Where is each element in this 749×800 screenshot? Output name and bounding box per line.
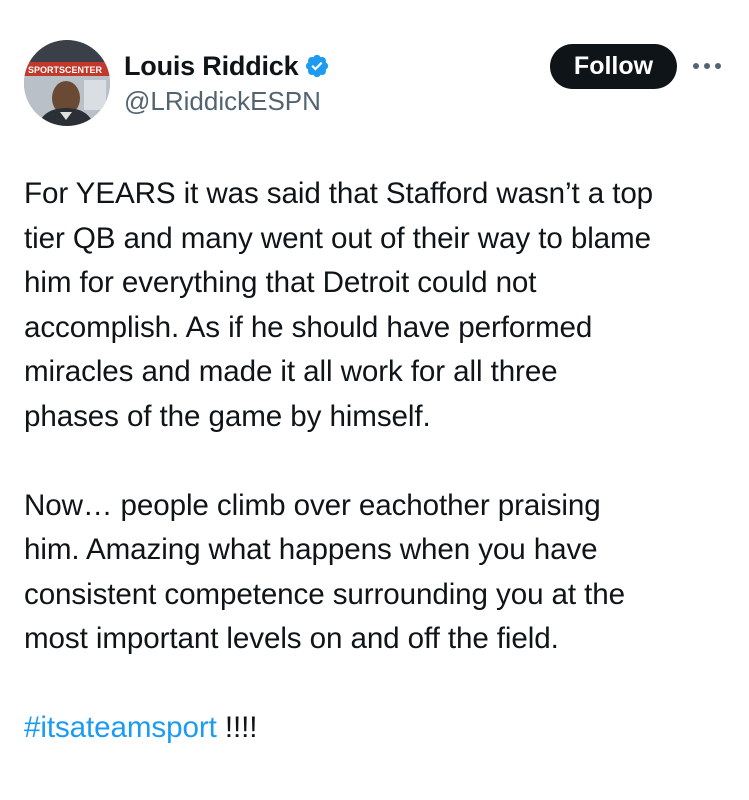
author-name-row: Louis Riddick — [124, 48, 330, 84]
follow-button[interactable]: Follow — [550, 44, 677, 89]
display-name[interactable]: Louis Riddick — [124, 51, 299, 82]
tweet-line: miracles and made it all work for all th… — [24, 355, 558, 388]
avatar-banner-text: SPORTSCENTER — [28, 65, 103, 75]
verified-badge-icon — [304, 53, 330, 79]
tweet-line: consistent competence surrounding you at… — [24, 577, 626, 611]
author-handle[interactable]: @LRiddickESPN — [124, 86, 321, 117]
hashtag-suffix: !!!! — [216, 711, 258, 744]
avatar[interactable]: SPORTSCENTER — [24, 40, 110, 126]
more-horizontal-icon[interactable] — [689, 54, 725, 78]
avatar-image: SPORTSCENTER — [24, 40, 110, 126]
tweet-line: most important levels on and off the fie… — [24, 622, 559, 655]
tweet-hashtag-line: #itsateamsport !!!! — [24, 706, 744, 751]
tweet-line: Now… people climb over eachother praisin… — [24, 488, 601, 522]
tweet-text: For YEARS it was said that Stafford wasn… — [24, 172, 744, 751]
tweet-line: phases of the game by himself. — [24, 399, 431, 433]
tweet-line: accomplish. As if he should have perform… — [24, 310, 593, 344]
tweet-line: him. Amazing what happens when you have — [24, 533, 598, 566]
hashtag-link[interactable]: #itsateamsport — [24, 711, 217, 744]
tweet-line: For YEARS it was said that Stafford wasn… — [24, 177, 654, 210]
tweet-line: him for everything that Detroit could no… — [24, 266, 537, 299]
tweet-line: tier QB and many went out of their way t… — [24, 221, 651, 255]
